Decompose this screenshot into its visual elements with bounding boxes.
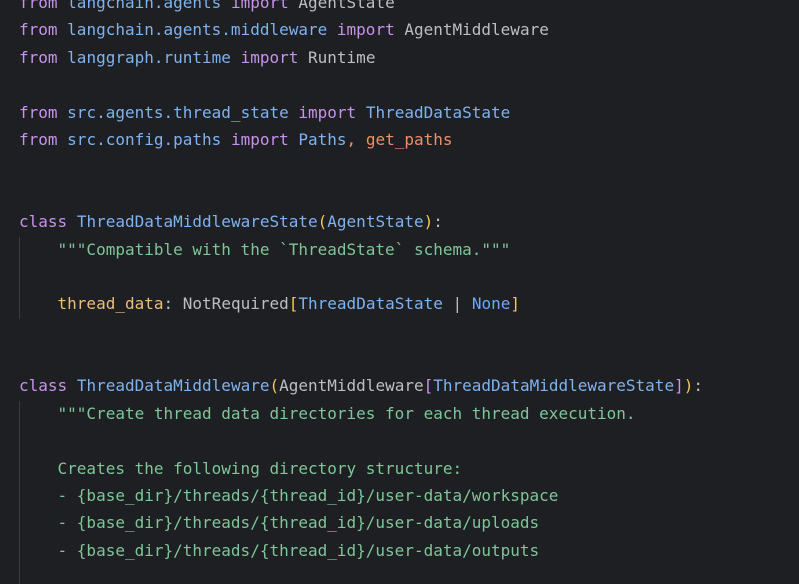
module-name: src.config.paths xyxy=(67,129,222,149)
keyword: import xyxy=(230,0,289,12)
code-line-15[interactable]: class ThreadDataMiddleware(AgentMiddlewa… xyxy=(19,372,703,399)
keyword: import xyxy=(298,102,357,122)
bracket: ] xyxy=(674,376,684,396)
keyword: import xyxy=(240,47,299,67)
bracket: ( xyxy=(317,212,328,232)
module-name: src.agents.thread_state xyxy=(67,102,289,122)
type-name: NotRequired xyxy=(182,294,289,314)
generic-arg: ThreadDataMiddlewareState xyxy=(433,376,675,396)
import-name: ThreadDataState xyxy=(365,102,511,122)
attribute-name: thread_data xyxy=(57,294,164,314)
code-line-1[interactable]: from langchain.agents import AgentState xyxy=(19,0,703,16)
import-name: AgentMiddleware xyxy=(404,20,549,40)
keyword: import xyxy=(230,129,289,149)
separator: , xyxy=(346,129,357,149)
module-name: langgraph.runtime xyxy=(67,47,231,67)
code-line-14[interactable] xyxy=(19,345,703,372)
colon: : xyxy=(163,294,174,314)
import-name: Runtime xyxy=(308,47,376,67)
code-line-9[interactable]: class ThreadDataMiddlewareState(AgentSta… xyxy=(19,208,703,235)
code-line-4[interactable] xyxy=(19,71,703,98)
code-line-19[interactable]: - {base_dir}/threads/{thread_id}/user-da… xyxy=(19,482,703,509)
keyword: class xyxy=(19,212,68,232)
class-name: ThreadDataMiddlewareState xyxy=(76,212,318,232)
import-name: AgentState xyxy=(298,0,395,12)
code-line-7[interactable] xyxy=(19,153,703,180)
module-name: langchain.agents xyxy=(67,0,222,12)
docstring: """Create thread data directories for ea… xyxy=(57,403,636,423)
code-line-6[interactable]: from src.config.paths import Paths, get_… xyxy=(19,126,703,153)
code-lines[interactable]: from langchain.agents import AgentState … xyxy=(19,0,703,564)
code-line-10[interactable]: """Compatible with the `ThreadState` sch… xyxy=(19,236,703,263)
keyword: from xyxy=(19,102,58,122)
import-name: Paths xyxy=(298,129,347,149)
bracket: ) xyxy=(423,212,434,232)
module-name: langchain.agents.middleware xyxy=(67,20,328,40)
keyword: from xyxy=(19,0,58,12)
type-arg: ThreadDataState xyxy=(298,294,443,314)
class-name: ThreadDataMiddleware xyxy=(76,376,270,396)
code-line-3[interactable]: from langgraph.runtime import Runtime xyxy=(19,44,703,71)
colon: : xyxy=(693,376,703,396)
code-line-11[interactable] xyxy=(19,263,703,290)
bracket: ( xyxy=(269,376,280,396)
docstring: - {base_dir}/threads/{thread_id}/user-da… xyxy=(57,486,559,506)
code-line-16[interactable]: """Create thread data directories for ea… xyxy=(19,400,703,427)
keyword: from xyxy=(19,20,58,40)
code-line-2[interactable]: from langchain.agents.middleware import … xyxy=(19,16,703,43)
pipe-operator: | xyxy=(452,294,463,314)
code-line-12[interactable]: thread_data: NotRequired[ThreadDataState… xyxy=(19,290,703,317)
docstring: - {base_dir}/threads/{thread_id}/user-da… xyxy=(57,540,540,560)
bracket: ] xyxy=(510,294,520,314)
base-class: AgentState xyxy=(327,212,424,232)
code-line-21[interactable]: - {base_dir}/threads/{thread_id}/user-da… xyxy=(19,537,703,564)
docstring: - {base_dir}/threads/{thread_id}/user-da… xyxy=(57,513,540,533)
docstring: """Compatible with the `ThreadState` sch… xyxy=(57,239,511,259)
code-line-8[interactable] xyxy=(19,181,703,208)
bracket: [ xyxy=(288,294,299,314)
code-editor[interactable]: from langchain.agents import AgentState … xyxy=(0,0,799,584)
keyword: import xyxy=(336,20,395,40)
keyword: from xyxy=(19,47,58,67)
colon: : xyxy=(433,212,443,232)
code-line-13[interactable] xyxy=(19,318,703,345)
code-line-20[interactable]: - {base_dir}/threads/{thread_id}/user-da… xyxy=(19,509,703,536)
base-class: AgentMiddleware xyxy=(279,376,424,396)
none-keyword: None xyxy=(471,294,511,314)
code-line-5[interactable]: from src.agents.thread_state import Thre… xyxy=(19,99,703,126)
keyword: class xyxy=(19,376,68,396)
docstring: Creates the following directory structur… xyxy=(57,458,463,478)
keyword: from xyxy=(19,129,58,149)
code-line-17[interactable] xyxy=(19,427,703,454)
bracket: ) xyxy=(683,376,694,396)
import-name: get_paths xyxy=(365,129,453,149)
code-line-18[interactable]: Creates the following directory structur… xyxy=(19,455,703,482)
bracket: [ xyxy=(423,376,434,396)
